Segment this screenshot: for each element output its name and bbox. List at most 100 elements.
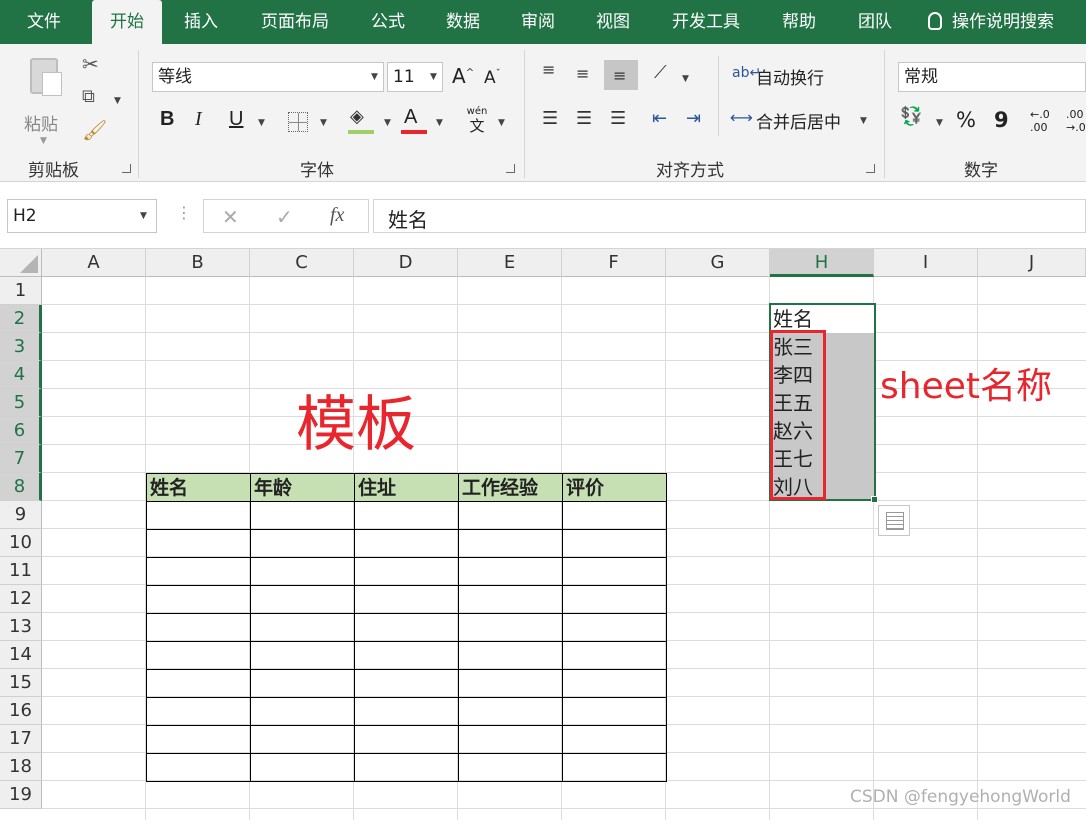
borders-icon[interactable] (288, 112, 308, 132)
column-header-c[interactable]: C (250, 249, 354, 277)
table-header-cell[interactable]: 姓名 (146, 473, 251, 502)
column-header-b[interactable]: B (146, 249, 250, 277)
table-header-cell[interactable]: 住址 (354, 473, 459, 502)
tab-review[interactable]: 审阅 (508, 0, 568, 44)
row-header-2[interactable]: 2 (0, 305, 42, 333)
column-header-h[interactable]: H (770, 249, 874, 277)
underline-dropdown-arrow[interactable]: ▼ (258, 118, 265, 128)
percent-style-button[interactable]: % (956, 108, 976, 132)
increase-indent-icon[interactable]: ⇥ (686, 110, 701, 128)
row-header-3[interactable]: 3 (0, 333, 42, 361)
row-header-11[interactable]: 11 (0, 557, 42, 585)
name-box[interactable]: H2 (7, 199, 157, 233)
accounting-dropdown-arrow[interactable]: ▼ (936, 118, 943, 128)
tab-team[interactable]: 团队 (844, 0, 906, 44)
column-header-e[interactable]: E (458, 249, 562, 277)
orientation-icon[interactable]: ⟋ (654, 64, 667, 82)
tab-data[interactable]: 数据 (432, 0, 494, 44)
row-header-14[interactable]: 14 (0, 641, 42, 669)
select-all-button[interactable] (0, 249, 42, 277)
phonetic-guide-button[interactable]: wén 文 (464, 106, 490, 136)
increase-font-size-button[interactable]: A^ (452, 64, 474, 88)
column-header-g[interactable]: G (666, 249, 770, 277)
decrease-font-size-button[interactable]: Aˇ (484, 68, 501, 88)
row-header-9[interactable]: 9 (0, 501, 42, 529)
copy-icon[interactable]: ⧉ (82, 88, 95, 106)
paste-button[interactable]: 粘贴 ▼ (22, 54, 70, 146)
column-header-f[interactable]: F (562, 249, 666, 277)
tab-page-layout[interactable]: 页面布局 (248, 0, 342, 44)
row-header-16[interactable]: 16 (0, 697, 42, 725)
tab-view[interactable]: 视图 (582, 0, 644, 44)
merge-center-button[interactable]: ⟷ 合并后居中 ▼ (728, 108, 878, 134)
row-header-10[interactable]: 10 (0, 529, 42, 557)
row-header-4[interactable]: 4 (0, 361, 42, 389)
tell-me-search[interactable]: 操作说明搜索 (922, 0, 1082, 44)
underline-button[interactable]: U (229, 108, 243, 131)
table-header-cell[interactable]: 年龄 (250, 473, 355, 502)
bold-button[interactable]: B (160, 108, 174, 131)
row-header-6[interactable]: 6 (0, 417, 42, 445)
template-table-body[interactable] (146, 501, 667, 782)
comma-style-button[interactable]: 9 (994, 108, 1009, 132)
column-header-a[interactable]: A (42, 249, 146, 277)
tab-file[interactable]: 文件 (0, 0, 88, 44)
wrap-text-button[interactable]: ab↵ 自动换行 (730, 64, 870, 90)
accounting-format-icon[interactable]: 💱 (900, 108, 922, 126)
table-header-cell[interactable]: 工作经验 (458, 473, 563, 502)
clipboard-launcher-icon[interactable] (122, 164, 131, 173)
confirm-entry-button[interactable]: ✓ (276, 205, 293, 229)
fill-color-icon[interactable]: ◈ (350, 108, 364, 126)
fill-color-dropdown-arrow[interactable]: ▼ (384, 118, 391, 128)
formula-input[interactable]: 姓名 (373, 199, 1086, 233)
number-format-combo[interactable]: 常规 (898, 62, 1086, 92)
font-color-button[interactable]: A (404, 106, 417, 129)
row-header-1[interactable]: 1 (0, 277, 42, 305)
column-header-d[interactable]: D (354, 249, 458, 277)
tab-help[interactable]: 帮助 (768, 0, 830, 44)
align-bottom-button[interactable]: ≡ (604, 60, 638, 90)
tab-insert[interactable]: 插入 (166, 0, 236, 44)
column-header-j[interactable]: J (978, 249, 1086, 277)
format-painter-icon[interactable]: 🖌 (82, 120, 107, 140)
align-center-icon[interactable]: ☰ (576, 110, 592, 128)
phonetic-dropdown-arrow[interactable]: ▼ (498, 118, 505, 128)
tab-developer[interactable]: 开发工具 (658, 0, 754, 44)
row-header-7[interactable]: 7 (0, 445, 42, 473)
align-left-icon[interactable]: ☰ (542, 110, 558, 128)
font-launcher-icon[interactable] (506, 164, 515, 173)
fill-handle[interactable] (871, 496, 878, 503)
italic-button[interactable]: I (195, 108, 202, 131)
copy-dropdown-arrow[interactable]: ▼ (114, 96, 121, 106)
row-header-19[interactable]: 19 (0, 781, 42, 809)
name-box-dropdown-arrow[interactable]: ▼ (140, 211, 147, 221)
font-color-dropdown-arrow[interactable]: ▼ (436, 118, 443, 128)
borders-dropdown-arrow[interactable]: ▼ (320, 118, 327, 128)
cut-icon[interactable]: ✂ (82, 54, 99, 74)
row-header-18[interactable]: 18 (0, 753, 42, 781)
row-header-8[interactable]: 8 (0, 473, 42, 501)
align-top-icon[interactable]: ≡ (542, 62, 555, 78)
insert-function-button[interactable]: fx (330, 204, 344, 227)
font-size-dropdown-arrow[interactable]: ▼ (430, 72, 437, 82)
column-header-i[interactable]: I (874, 249, 978, 277)
row-header-12[interactable]: 12 (0, 585, 42, 613)
align-right-icon[interactable]: ☰ (610, 110, 626, 128)
tab-formulas[interactable]: 公式 (356, 0, 420, 44)
decrease-decimal-button[interactable]: .00 →.0 (1066, 108, 1086, 138)
increase-decimal-button[interactable]: ←.0.00 (1030, 108, 1060, 138)
tab-home[interactable]: 开始 (92, 0, 162, 44)
row-header-13[interactable]: 13 (0, 613, 42, 641)
alignment-launcher-icon[interactable] (866, 164, 875, 173)
table-header-cell[interactable]: 评价 (562, 473, 667, 502)
quick-analysis-button[interactable] (878, 505, 910, 536)
cancel-entry-button[interactable]: ✕ (222, 205, 239, 229)
row-header-15[interactable]: 15 (0, 669, 42, 697)
font-name-combo[interactable]: 等线 (152, 62, 384, 92)
row-header-17[interactable]: 17 (0, 725, 42, 753)
font-name-dropdown-arrow[interactable]: ▼ (371, 72, 378, 82)
align-middle-icon[interactable]: ≡ (576, 66, 589, 82)
decrease-indent-icon[interactable]: ⇤ (652, 110, 667, 128)
orientation-dropdown-arrow[interactable]: ▼ (682, 74, 689, 84)
row-header-5[interactable]: 5 (0, 389, 42, 417)
